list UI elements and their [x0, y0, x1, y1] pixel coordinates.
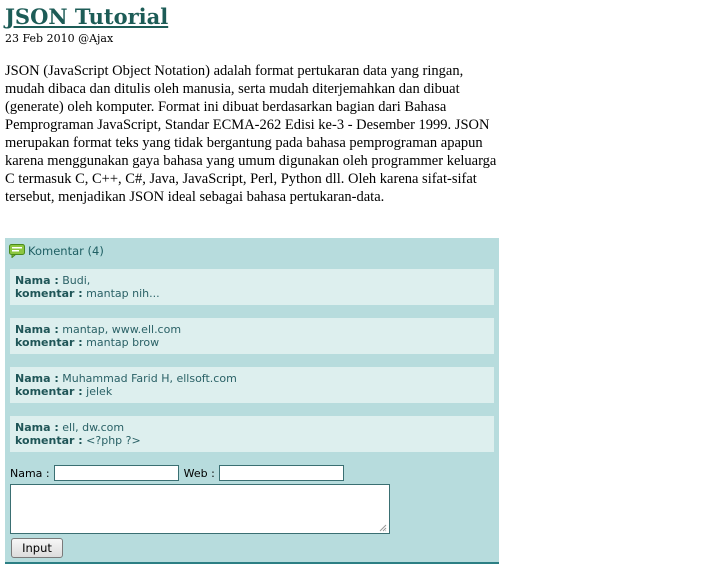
- comment-name-label: Nama :: [15, 372, 59, 385]
- comment-name: ell, dw.com: [62, 421, 125, 434]
- comment-item: Nama : Muhammad Farid H, ellsoft.com kom…: [10, 367, 494, 403]
- comment-text-label: komentar :: [15, 287, 83, 300]
- web-field-label: Web :: [183, 466, 215, 480]
- comments-count: Komentar (4): [28, 244, 104, 258]
- comment-name: Muhammad Farid H, ellsoft.com: [62, 372, 237, 385]
- comment-name: Budi,: [62, 274, 91, 287]
- comment-item: Nama : Budi, komentar : mantap nih...: [10, 269, 494, 305]
- comments-panel: Komentar (4) Nama : Budi, komentar : man…: [5, 238, 499, 564]
- comment-text: jelek: [86, 385, 113, 398]
- article-body: JSON (JavaScript Object Notation) adalah…: [5, 63, 497, 205]
- comment-name: mantap, www.ell.com: [62, 323, 182, 336]
- chat-bubble-icon: [9, 244, 25, 258]
- resize-grip-icon[interactable]: [379, 524, 387, 532]
- comment-textarea[interactable]: [10, 484, 390, 534]
- comment-text: mantap nih...: [86, 287, 160, 300]
- comment-item: Nama : mantap, www.ell.com komentar : ma…: [10, 318, 494, 354]
- comment-text: mantap brow: [86, 336, 160, 349]
- web-input[interactable]: [218, 465, 344, 481]
- comment-name-label: Nama :: [15, 274, 59, 287]
- comments-header: Komentar (4): [9, 243, 104, 259]
- comment-text: <?php ?>: [86, 434, 141, 447]
- comment-text-label: komentar :: [15, 336, 83, 349]
- name-input[interactable]: [53, 465, 179, 481]
- comment-item: Nama : ell, dw.com komentar : <?php ?>: [10, 416, 494, 452]
- comment-form-row: Nama : Web :: [10, 465, 344, 481]
- name-field-label: Nama :: [10, 466, 50, 480]
- article-meta: 23 Feb 2010 @Ajax: [5, 32, 114, 45]
- comment-text-label: komentar :: [15, 434, 83, 447]
- comment-name-label: Nama :: [15, 421, 59, 434]
- submit-button[interactable]: Input: [11, 538, 63, 558]
- article-title[interactable]: JSON Tutorial: [5, 4, 168, 30]
- comment-text-label: komentar :: [15, 385, 83, 398]
- comment-name-label: Nama :: [15, 323, 59, 336]
